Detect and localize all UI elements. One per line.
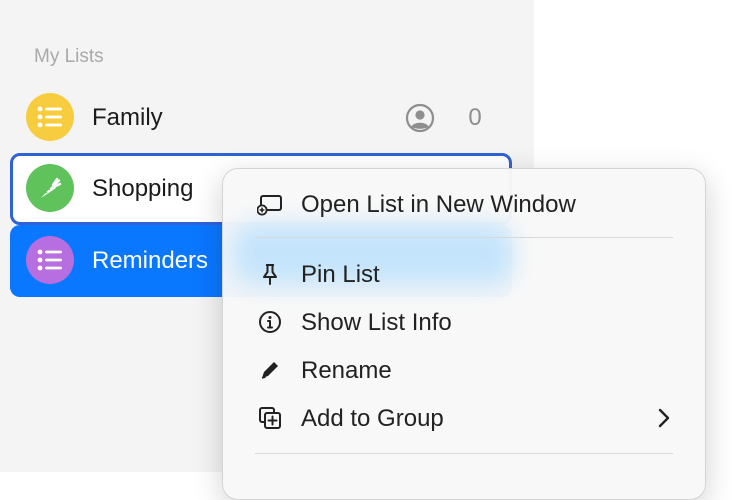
menu-label: Open List in New Window bbox=[301, 191, 576, 218]
shared-person-icon bbox=[405, 103, 435, 133]
context-menu: Open List in New Window Pin List Show Li… bbox=[222, 168, 706, 500]
menu-item-pin-list[interactable]: Pin List bbox=[223, 251, 705, 295]
menu-item-show-list-info[interactable]: Show List Info bbox=[223, 299, 705, 343]
chevron-right-icon bbox=[653, 405, 675, 431]
add-to-group-icon bbox=[257, 405, 283, 431]
menu-label: Pin List bbox=[301, 261, 380, 288]
menu-separator bbox=[255, 453, 673, 454]
new-window-icon bbox=[256, 191, 283, 217]
reminder-count: 0 bbox=[468, 104, 482, 131]
carrot-icon bbox=[26, 164, 74, 212]
section-header-my-lists: My Lists bbox=[34, 46, 104, 67]
list-bullet-icon bbox=[26, 93, 74, 141]
list-label: Family bbox=[92, 104, 163, 131]
list-item-family[interactable]: Family 0 bbox=[10, 82, 512, 154]
pin-icon bbox=[257, 261, 283, 287]
list-bullet-icon bbox=[26, 236, 74, 284]
info-icon bbox=[257, 309, 283, 335]
list-label: Shopping bbox=[92, 175, 194, 202]
menu-item-add-to-group[interactable]: Add to Group bbox=[223, 395, 705, 439]
menu-item-open-list-in-new-window[interactable]: Open List in New Window bbox=[223, 181, 705, 225]
list-label: Reminders bbox=[92, 247, 209, 274]
pencil-icon bbox=[257, 357, 283, 383]
menu-label: Add to Group bbox=[301, 405, 444, 432]
menu-separator bbox=[255, 237, 673, 238]
menu-label: Show List Info bbox=[301, 309, 452, 336]
menu-item-rename[interactable]: Rename bbox=[223, 347, 705, 391]
menu-label: Rename bbox=[301, 357, 392, 384]
